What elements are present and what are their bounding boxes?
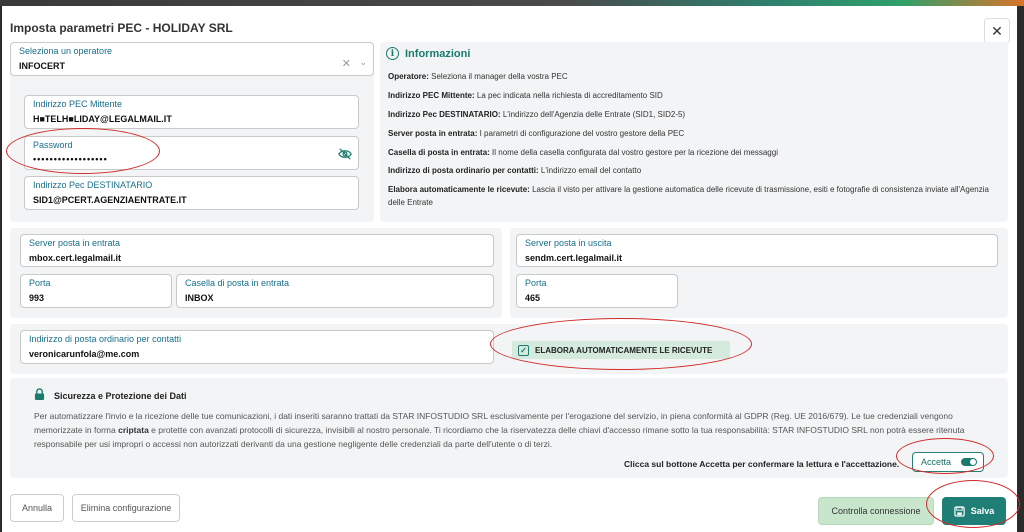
close-icon: ✕ [991,22,1003,39]
contact-email-value: veronicarunfola@me.com [29,349,140,359]
clear-icon[interactable]: ✕ [342,57,351,70]
save-icon [954,505,965,517]
operator-label: Seleziona un operatore [19,46,113,56]
destination-pec-value: SID1@PCERT.AGENZIAENTRATE.IT [33,195,187,205]
outgoing-port-label: Porta [525,278,547,288]
incoming-box-field[interactable]: Casella di posta in entrata INBOX [176,274,494,308]
destination-pec-field[interactable]: Indirizzo Pec DESTINATARIO SID1@PCERT.AG… [24,176,359,210]
lock-icon [34,388,45,400]
incoming-port-value: 993 [29,293,45,303]
chevron-down-icon[interactable]: ⌄ [359,57,367,68]
incoming-server-field[interactable]: Server posta in entrata mbox.cert.legalm… [20,234,494,267]
outgoing-server-value: sendm.cert.legalmail.it [525,253,623,263]
info-line: Casella di posta in entrata: Il nome del… [388,148,778,157]
sender-pec-value: H■TELH■LIDAY@LEGALMAIL.IT [33,114,172,124]
save-label: Salva [970,506,995,516]
contact-email-label: Indirizzo di posta ordinario per contatt… [29,334,182,344]
pec-settings-dialog: Imposta parametri PEC - HOLIDAY SRL ✕ Se… [2,6,1017,532]
incoming-box-label: Casella di posta in entrata [185,278,290,288]
security-title: Sicurezza e Protezione dei Dati [54,391,187,401]
dialog-title: Imposta parametri PEC - HOLIDAY SRL [10,21,233,35]
security-text: Per automatizzare l'invio e la ricezione… [34,411,965,449]
save-button[interactable]: Salva [942,497,1006,525]
outgoing-server-field[interactable]: Server posta in uscita sendm.cert.legalm… [516,234,998,267]
eye-off-icon[interactable] [338,147,352,161]
outgoing-server-label: Server posta in uscita [525,238,612,248]
info-icon: i [386,47,399,60]
outgoing-port-value: 465 [525,293,541,303]
info-line: Operatore: Seleziona il manager della vo… [388,72,568,81]
info-line: Server posta in entrata: I parametri di … [388,129,685,138]
checkbox-check-icon: ✓ [518,344,529,356]
info-line: Indirizzo PEC Mittente: La pec indicata … [388,91,663,100]
incoming-box-value: INBOX [185,293,214,303]
info-line: Indirizzo di posta ordinario per contatt… [388,166,642,175]
cancel-button[interactable]: Annulla [10,494,64,522]
incoming-server-value: mbox.cert.legalmail.it [29,253,122,263]
sender-pec-label: Indirizzo PEC Mittente [33,99,123,109]
password-field[interactable]: Password •••••••••••••••••• [24,136,359,170]
incoming-port-label: Porta [29,278,51,288]
incoming-server-label: Server posta in entrata [29,238,121,248]
accept-prompt: Clicca sul bottone Accetta per confermar… [624,459,900,469]
auto-receipts-label: ELABORA AUTOMATICAMENTE LE RICEVUTE [535,345,713,355]
auto-receipts-checkbox[interactable]: ✓ ELABORA AUTOMATICAMENTE LE RICEVUTE [512,341,730,359]
toggle-switch[interactable] [961,458,978,466]
operator-select[interactable]: Seleziona un operatore INFOCERT ✕ ⌄ [10,42,374,76]
test-connection-button[interactable]: Controlla connessione [818,497,934,525]
outgoing-port-field[interactable]: Porta 465 [516,274,678,308]
accept-label: Accetta [921,457,952,467]
info-line: Elabora automaticamente le ricevute: Las… [388,185,989,207]
info-line: Indirizzo Pec DESTINATARIO: L'indirizzo … [388,110,686,119]
info-header: i Informazioni [386,47,470,60]
destination-pec-label: Indirizzo Pec DESTINATARIO [33,180,153,190]
accept-toggle-button[interactable]: Accetta [912,452,984,472]
contact-email-field[interactable]: Indirizzo di posta ordinario per contatt… [20,330,494,364]
info-title: Informazioni [405,47,471,60]
password-value: •••••••••••••••••• [33,154,108,164]
delete-config-button[interactable]: Elimina configurazione [72,494,180,522]
close-button[interactable]: ✕ [984,18,1010,44]
operator-value: INFOCERT [19,61,65,71]
incoming-port-field[interactable]: Porta 993 [20,274,172,308]
password-label: Password [33,140,73,150]
sender-pec-field[interactable]: Indirizzo PEC Mittente H■TELH■LIDAY@LEGA… [24,95,359,129]
